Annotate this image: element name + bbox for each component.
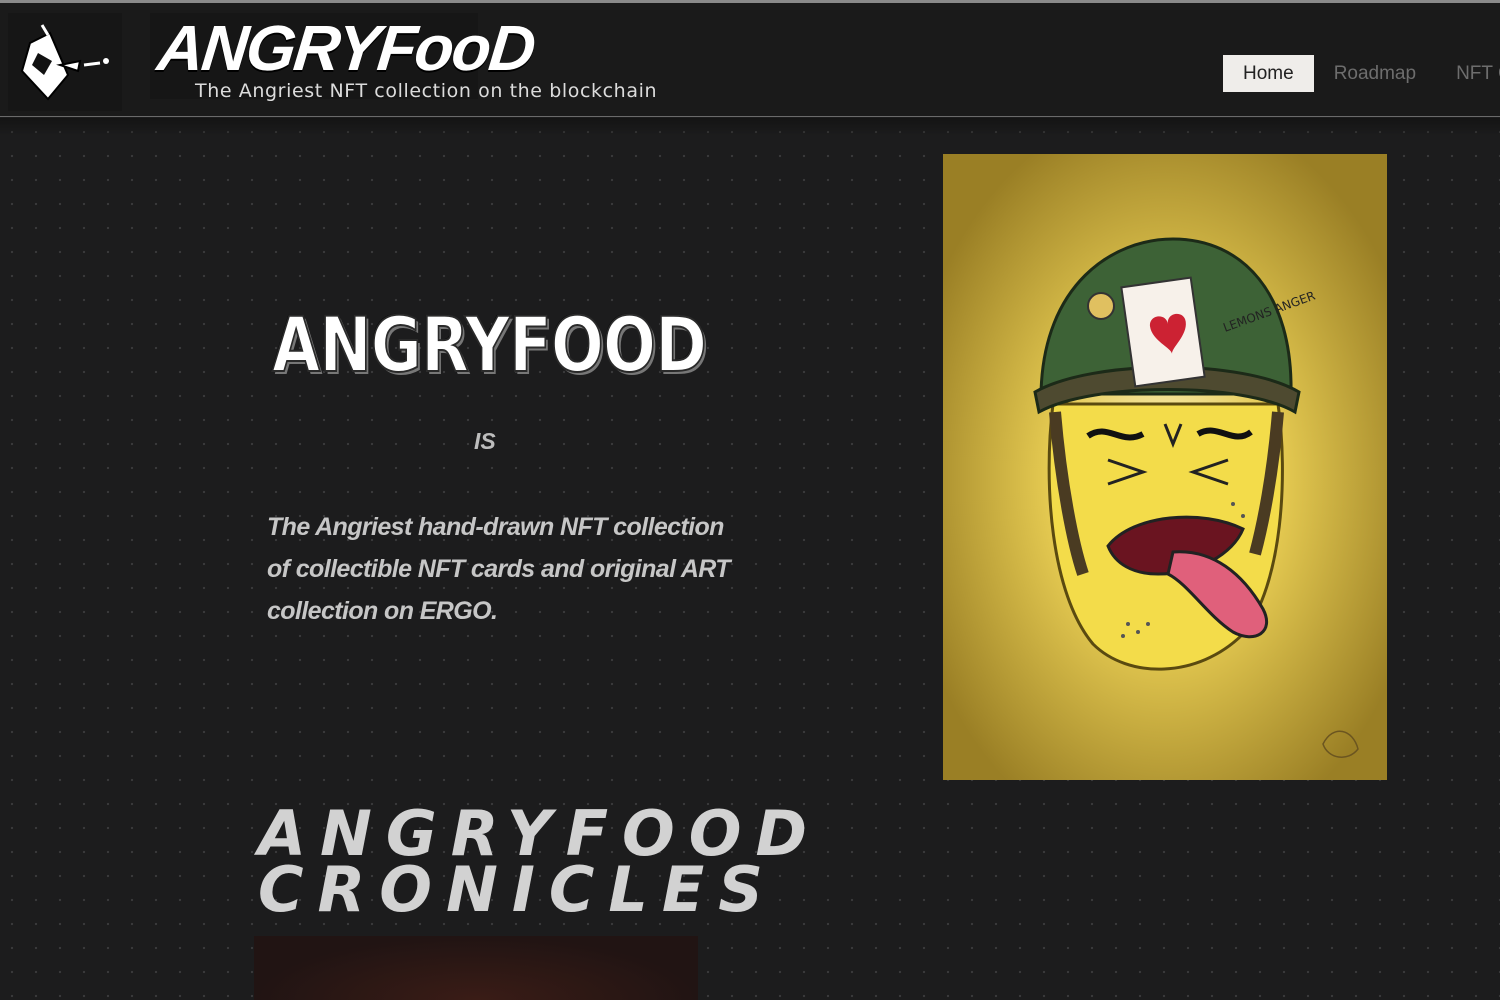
main-nav: Home Roadmap NFT C — [1223, 55, 1500, 92]
site-logo[interactable] — [8, 13, 122, 111]
nav-item-roadmap[interactable]: Roadmap — [1314, 55, 1436, 92]
nav-item-home[interactable]: Home — [1223, 55, 1314, 92]
chronicles-title-line2: CRONICLES — [258, 853, 777, 926]
hero-title: ANGRYFOOD — [271, 299, 708, 390]
site-header: ANGRYFooD The Angriest NFT collection on… — [0, 3, 1500, 117]
featured-nft-artwork[interactable]: LEMONS ANGER — [943, 154, 1387, 780]
nav-item-nft-collection[interactable]: NFT C — [1436, 55, 1500, 92]
nav-viewport: Home Roadmap NFT C — [1223, 43, 1500, 103]
angry-lemon-soldier-icon: LEMONS ANGER — [943, 154, 1387, 780]
chronicles-title: ANGRYFOOD CRONICLES — [258, 803, 821, 926]
angry-face-logo-icon — [20, 24, 109, 101]
hero-connector: IS — [474, 428, 496, 454]
brand-tagline: The Angriest NFT collection on the block… — [195, 80, 658, 102]
header-shadow — [0, 118, 1500, 136]
brand-wordmark: ANGRYFooD — [154, 12, 538, 84]
chronicles-media-preview[interactable] — [254, 936, 698, 1000]
hero-description: The Angriest hand-drawn NFT collection o… — [267, 513, 731, 625]
